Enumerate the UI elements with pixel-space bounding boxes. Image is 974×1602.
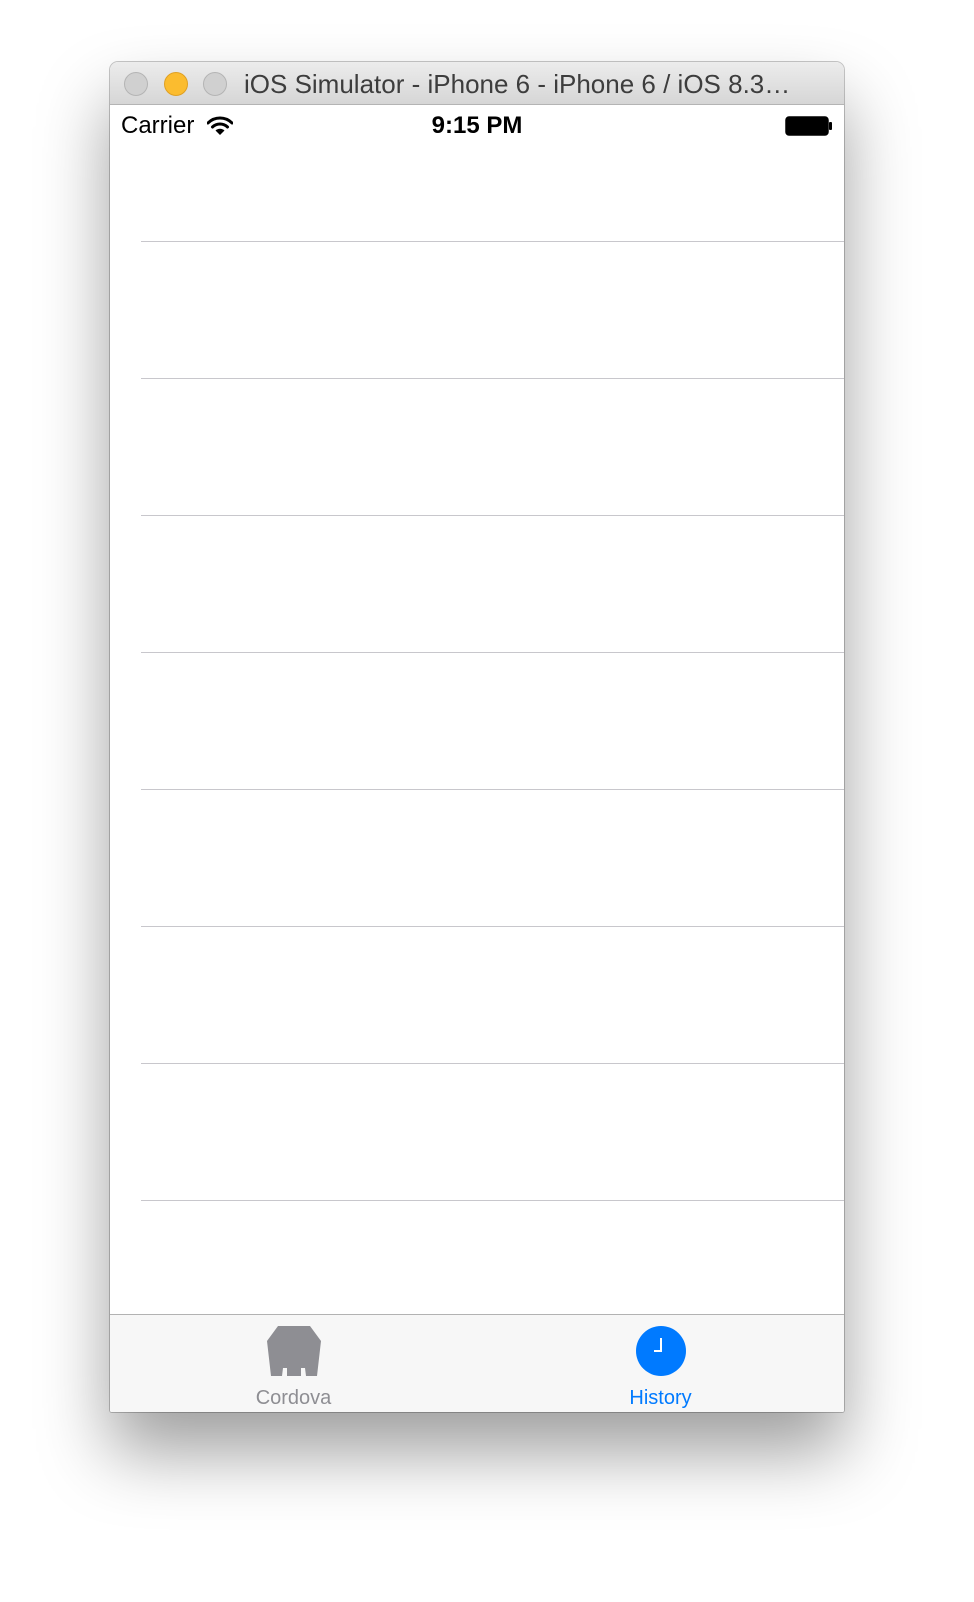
table-row[interactable] [110, 1064, 844, 1201]
table-row[interactable] [110, 516, 844, 653]
tab-cordova[interactable]: Cordova [110, 1315, 477, 1412]
table-row[interactable] [110, 242, 844, 379]
table-row[interactable] [110, 927, 844, 1064]
table-row[interactable] [110, 790, 844, 927]
device-screen: Carrier 9:15 PM Cordova History [110, 105, 844, 1412]
table-row[interactable] [110, 379, 844, 516]
simulator-window: iOS Simulator - iPhone 6 - iPhone 6 / iO… [110, 62, 844, 1412]
tab-bar: Cordova History [110, 1314, 844, 1412]
row-separator [141, 1200, 844, 1201]
window-zoom-button[interactable] [203, 72, 227, 96]
clock-icon [636, 1326, 686, 1376]
cordova-icon [267, 1326, 321, 1376]
history-table[interactable] [110, 105, 844, 1313]
window-close-button[interactable] [124, 72, 148, 96]
tab-history-label: History [629, 1387, 692, 1409]
window-title: iOS Simulator - iPhone 6 - iPhone 6 / iO… [244, 69, 791, 99]
tab-cordova-label: Cordova [255, 1387, 332, 1409]
table-row[interactable] [110, 105, 844, 242]
window-minimize-button[interactable] [164, 72, 188, 96]
window-titlebar[interactable]: iOS Simulator - iPhone 6 - iPhone 6 / iO… [110, 62, 844, 105]
tab-history[interactable]: History [477, 1315, 844, 1412]
table-row[interactable] [110, 653, 844, 790]
